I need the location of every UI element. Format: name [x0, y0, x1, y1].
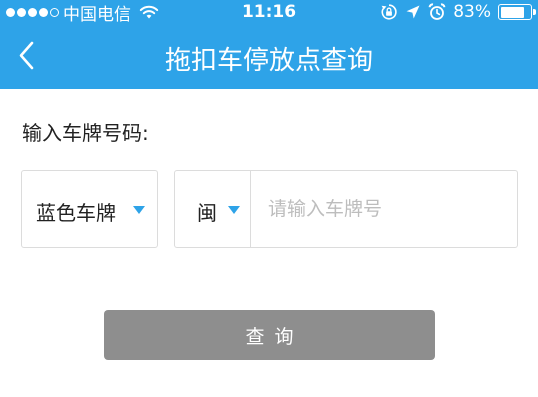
dropdown-caret-icon	[228, 206, 240, 214]
back-button[interactable]	[12, 38, 52, 74]
plate-number-label: 输入车牌号码:	[22, 121, 149, 145]
plate-number-input[interactable]	[252, 171, 517, 247]
province-value: 闽	[197, 201, 217, 225]
battery-percent: 83%	[453, 2, 491, 22]
province-select[interactable]: 闽	[175, 171, 251, 247]
battery-tip	[533, 9, 536, 15]
status-bar: 中国电信 11:16 83%	[0, 0, 538, 25]
dropdown-caret-icon	[133, 206, 145, 214]
battery-level-fill	[500, 6, 524, 18]
chevron-left-icon	[19, 41, 34, 70]
app-header: 中国电信 11:16 83% 拖扣车停放点查询	[0, 0, 538, 89]
plate-type-select[interactable]: 蓝色车牌	[21, 170, 158, 248]
plate-type-value: 蓝色车牌	[36, 201, 116, 225]
plate-number-group: 闽	[174, 170, 518, 248]
location-arrow-icon	[406, 5, 420, 19]
page-title: 拖扣车停放点查询	[164, 46, 373, 76]
battery-icon	[498, 4, 536, 20]
query-button[interactable]: 查询	[104, 310, 435, 360]
rotation-lock-icon	[381, 4, 397, 20]
status-right: 83%	[380, 2, 536, 22]
alarm-clock-icon	[428, 3, 446, 20]
nav-bar: 拖扣车停放点查询	[0, 24, 538, 89]
